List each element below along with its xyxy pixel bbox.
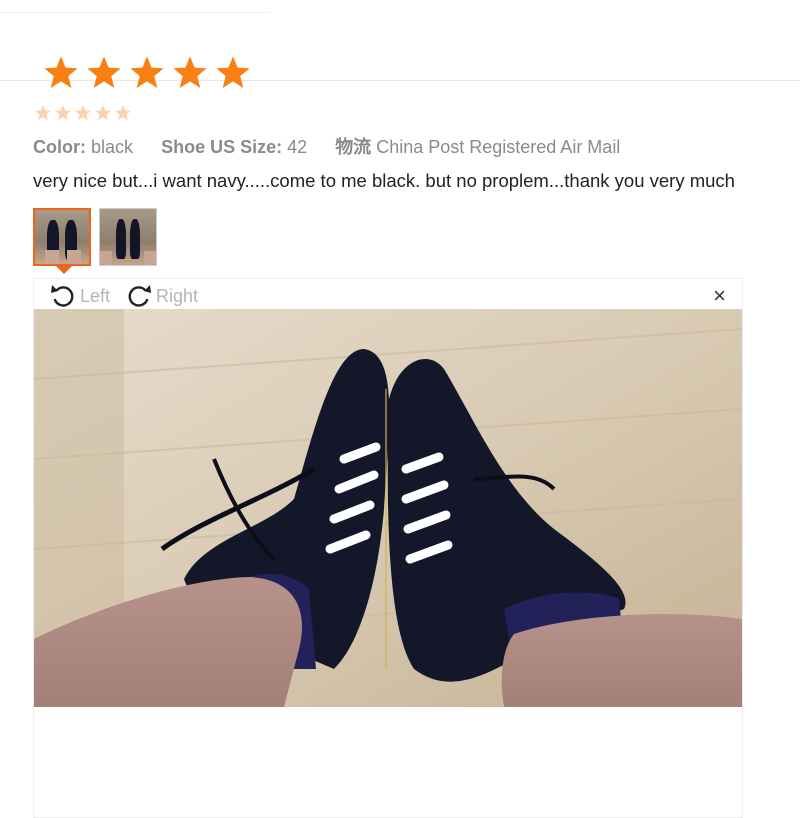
rating-star-icon [85, 54, 123, 92]
thumbnail-1[interactable] [33, 208, 91, 266]
rating-star-icon [214, 54, 252, 92]
attr-shipping-value: China Post Registered Air Mail [376, 137, 621, 157]
thumbnail-strip [33, 208, 157, 266]
rotate-right-icon [124, 281, 154, 311]
rotate-left-label: Left [80, 285, 111, 306]
attr-size-label: Shoe US Size: [161, 137, 283, 157]
review-attributes: Color: black Shoe US Size: 42 物流 China P… [33, 133, 620, 159]
rotate-controls: Left Right [48, 281, 198, 311]
rotate-right-label: Right [156, 285, 199, 306]
ghost-rating-star-icon [34, 104, 52, 122]
attr-shipping-label: 物流 [335, 137, 372, 157]
divider-top [0, 12, 270, 13]
rating-star-icon [42, 54, 80, 92]
rotate-left-icon [48, 281, 78, 311]
attr-color-label: Color: [33, 137, 86, 157]
ghost-rating-star-icon [114, 104, 132, 122]
review-photo[interactable] [34, 309, 742, 707]
rating-star-icon [171, 54, 209, 92]
thumbnail-selected-caret [56, 266, 72, 274]
ghost-rating-star-icon [74, 104, 92, 122]
image-viewer: Left Right × [33, 278, 743, 818]
ghost-rating-star-icon [94, 104, 112, 122]
close-icon[interactable]: × [713, 285, 726, 307]
thumbnail-2[interactable] [99, 208, 157, 266]
rating-stars-ghost [34, 104, 132, 122]
review-text: very nice but...i want navy.....come to … [33, 170, 735, 191]
rotate-left-button[interactable]: Left [48, 281, 110, 311]
attr-size-value: 42 [287, 137, 308, 157]
rating-stars [42, 54, 252, 92]
rating-star-icon [128, 54, 166, 92]
attr-color-value: black [91, 137, 134, 157]
rotate-right-button[interactable]: Right [124, 281, 198, 311]
ghost-rating-star-icon [54, 104, 72, 122]
